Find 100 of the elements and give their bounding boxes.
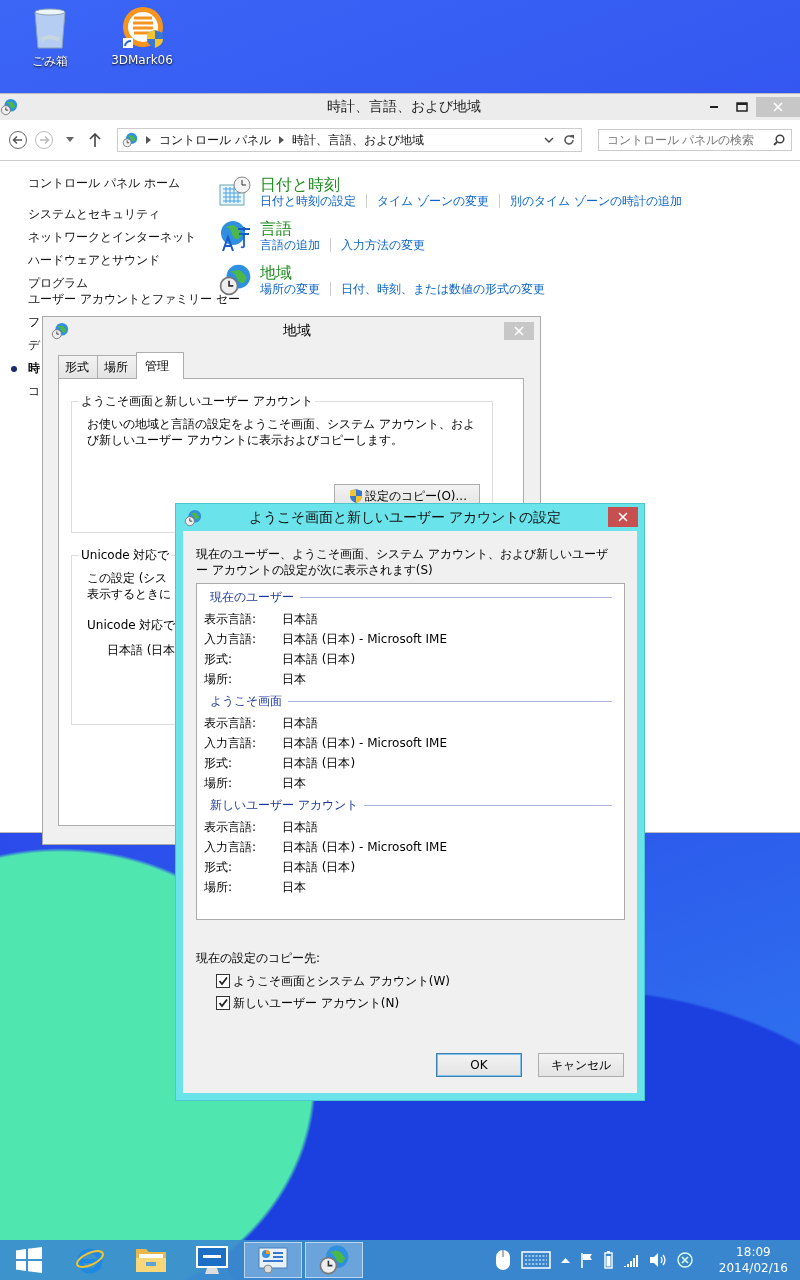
nav-link[interactable]: コ [28, 384, 40, 399]
refresh-icon [563, 134, 576, 146]
calendar-clock-icon [218, 175, 252, 209]
field-label: Unicode 対応で [87, 617, 176, 634]
task-link[interactable]: 日付、時刻、または数値の形式の変更 [330, 282, 555, 296]
task-link[interactable]: タイム ゾーンの変更 [366, 194, 499, 208]
monitor-icon [195, 1245, 229, 1275]
checkbox-label[interactable]: 新しいユーザー アカウント(N) [233, 994, 400, 1012]
task-link[interactable]: 言語の追加 [260, 238, 330, 252]
close-circle-icon[interactable] [676, 1252, 693, 1268]
globe-clock-icon [218, 263, 252, 297]
dialog-button[interactable]: キャンセル [538, 1053, 624, 1077]
setting-value: 日本語 (日本) - Microsoft IME [282, 630, 449, 648]
location-icon [121, 132, 138, 148]
windows-logo-icon [16, 1247, 42, 1273]
shield-icon [348, 488, 363, 504]
task-link[interactable]: 入力方法の変更 [330, 238, 435, 252]
taskbar-button[interactable] [305, 1242, 363, 1278]
nav-link[interactable]: ハードウェアとサウンド [28, 253, 160, 268]
dialog-title: ようこそ画面と新しいユーザー アカウントの設定 [247, 508, 563, 527]
clock[interactable]: 18:09 2014/02/16 [718, 1244, 788, 1276]
globe-clock-icon [318, 1244, 350, 1276]
setting-label: 入力言語: [204, 734, 258, 752]
trash-can-icon[interactable] [32, 6, 68, 50]
breadcrumb-item[interactable]: 時計、言語、および地域 [291, 131, 424, 149]
keyboard-icon[interactable] [520, 1251, 551, 1269]
nav-link[interactable]: フ [28, 315, 40, 330]
category-link[interactable]: 日付と時刻 [260, 175, 692, 194]
category-link[interactable]: 言語 [260, 219, 435, 238]
signal-icon[interactable] [622, 1253, 639, 1267]
close-button[interactable] [608, 506, 638, 527]
search-field[interactable]: コントロール パネルの検索 [597, 129, 792, 151]
nav-link[interactable]: プログラム [28, 276, 88, 291]
group-description: お使いの地域と言語の設定をようこそ画面、システム アカウント、および新しいユーザー アカウントに表示およびコピーします。 [87, 416, 476, 448]
speaker-icon[interactable] [648, 1252, 667, 1268]
setting-label: 表示言語: [204, 714, 258, 732]
chevron-right-icon [145, 136, 151, 144]
setting-value: 日本 [282, 774, 307, 792]
close-icon [773, 102, 783, 112]
clock-date: 2014/02/16 [718, 1260, 788, 1276]
field-value: 日本語 (日本 [107, 642, 176, 659]
section-header: 現在のユーザー [210, 588, 294, 606]
control-panel-icon [258, 1246, 288, 1274]
icon-label: 3DMark06 [111, 53, 173, 67]
setting-value: 日本 [282, 670, 307, 688]
setting-label: 入力言語: [204, 630, 258, 648]
nav-link[interactable]: ネットワークとインターネット [28, 230, 196, 245]
address-bar[interactable]: コントロール パネル 時計、言語、および地域 [116, 128, 560, 152]
dialog-button[interactable]: OK [436, 1053, 522, 1077]
setting-label: 形式: [204, 650, 234, 668]
setting-label: 表示言語: [204, 818, 258, 836]
setting-label: 表示言語: [204, 610, 258, 628]
setting-value: 日本語 (日本) [282, 754, 357, 772]
tab[interactable]: 形式 [58, 355, 98, 378]
tab[interactable]: 管理 [136, 352, 184, 379]
setting-label: 入力言語: [204, 838, 258, 856]
caret-up-icon[interactable] [560, 1257, 570, 1263]
back-button[interactable] [8, 130, 28, 150]
refresh-button[interactable] [558, 128, 582, 152]
clock-time: 18:09 [736, 1244, 771, 1260]
setting-value: 日本語 [282, 714, 319, 732]
tab[interactable]: 場所 [97, 355, 137, 378]
setting-value: 日本語 (日本) [282, 858, 357, 876]
setting-label: 形式: [204, 858, 234, 876]
group-title: ようこそ画面と新しいユーザー アカウント [80, 393, 314, 410]
nav-link[interactable]: 時 [11, 361, 40, 376]
close-icon [618, 511, 628, 522]
setting-label: 場所: [204, 774, 234, 792]
caret-down-icon [65, 137, 74, 143]
icon-label: ごみ箱 [32, 53, 68, 70]
nav-link[interactable]: デ [28, 338, 40, 353]
flag-icon[interactable] [579, 1252, 594, 1268]
setting-label: 形式: [204, 754, 234, 772]
task-link[interactable]: 別のタイム ゾーンの時計の追加 [498, 194, 692, 208]
checkbox[interactable] [216, 974, 230, 988]
checkbox[interactable] [216, 996, 230, 1010]
task-link[interactable]: 日付と時刻の設定 [260, 194, 366, 208]
breadcrumb-item[interactable]: コントロール パネル [158, 131, 271, 149]
folder-icon [135, 1246, 167, 1274]
section-label: 現在の設定のコピー先: [196, 950, 322, 967]
nav-link[interactable]: ユーザー アカウントとファミリー セー [28, 292, 240, 307]
window-title: 時計、言語、および地域 [326, 98, 482, 116]
category-link[interactable]: 地域 [260, 263, 555, 282]
battery-icon[interactable] [603, 1251, 613, 1269]
checkbox-label[interactable]: ようこそ画面とシステム アカウント(W) [233, 972, 451, 990]
setting-value: 日本語 (日本) [282, 650, 357, 668]
taskbar-button[interactable] [244, 1242, 302, 1278]
mouse-icon[interactable] [494, 1249, 511, 1271]
window-icon [184, 508, 202, 527]
task-link[interactable]: 場所の変更 [260, 282, 330, 296]
dialog-title: 地域 [281, 322, 312, 340]
nav-link[interactable]: コントロール パネル ホーム [28, 175, 218, 192]
maximize-icon [736, 102, 748, 112]
setting-value: 日本語 [282, 818, 319, 836]
setting-value: 日本語 [282, 610, 319, 628]
globe-letter-icon [218, 219, 252, 253]
section-header: ようこそ画面 [210, 692, 282, 710]
setting-label: 場所: [204, 878, 234, 896]
nav-link[interactable]: システムとセキュリティ [28, 207, 160, 222]
chevron-down-icon[interactable] [544, 136, 555, 144]
